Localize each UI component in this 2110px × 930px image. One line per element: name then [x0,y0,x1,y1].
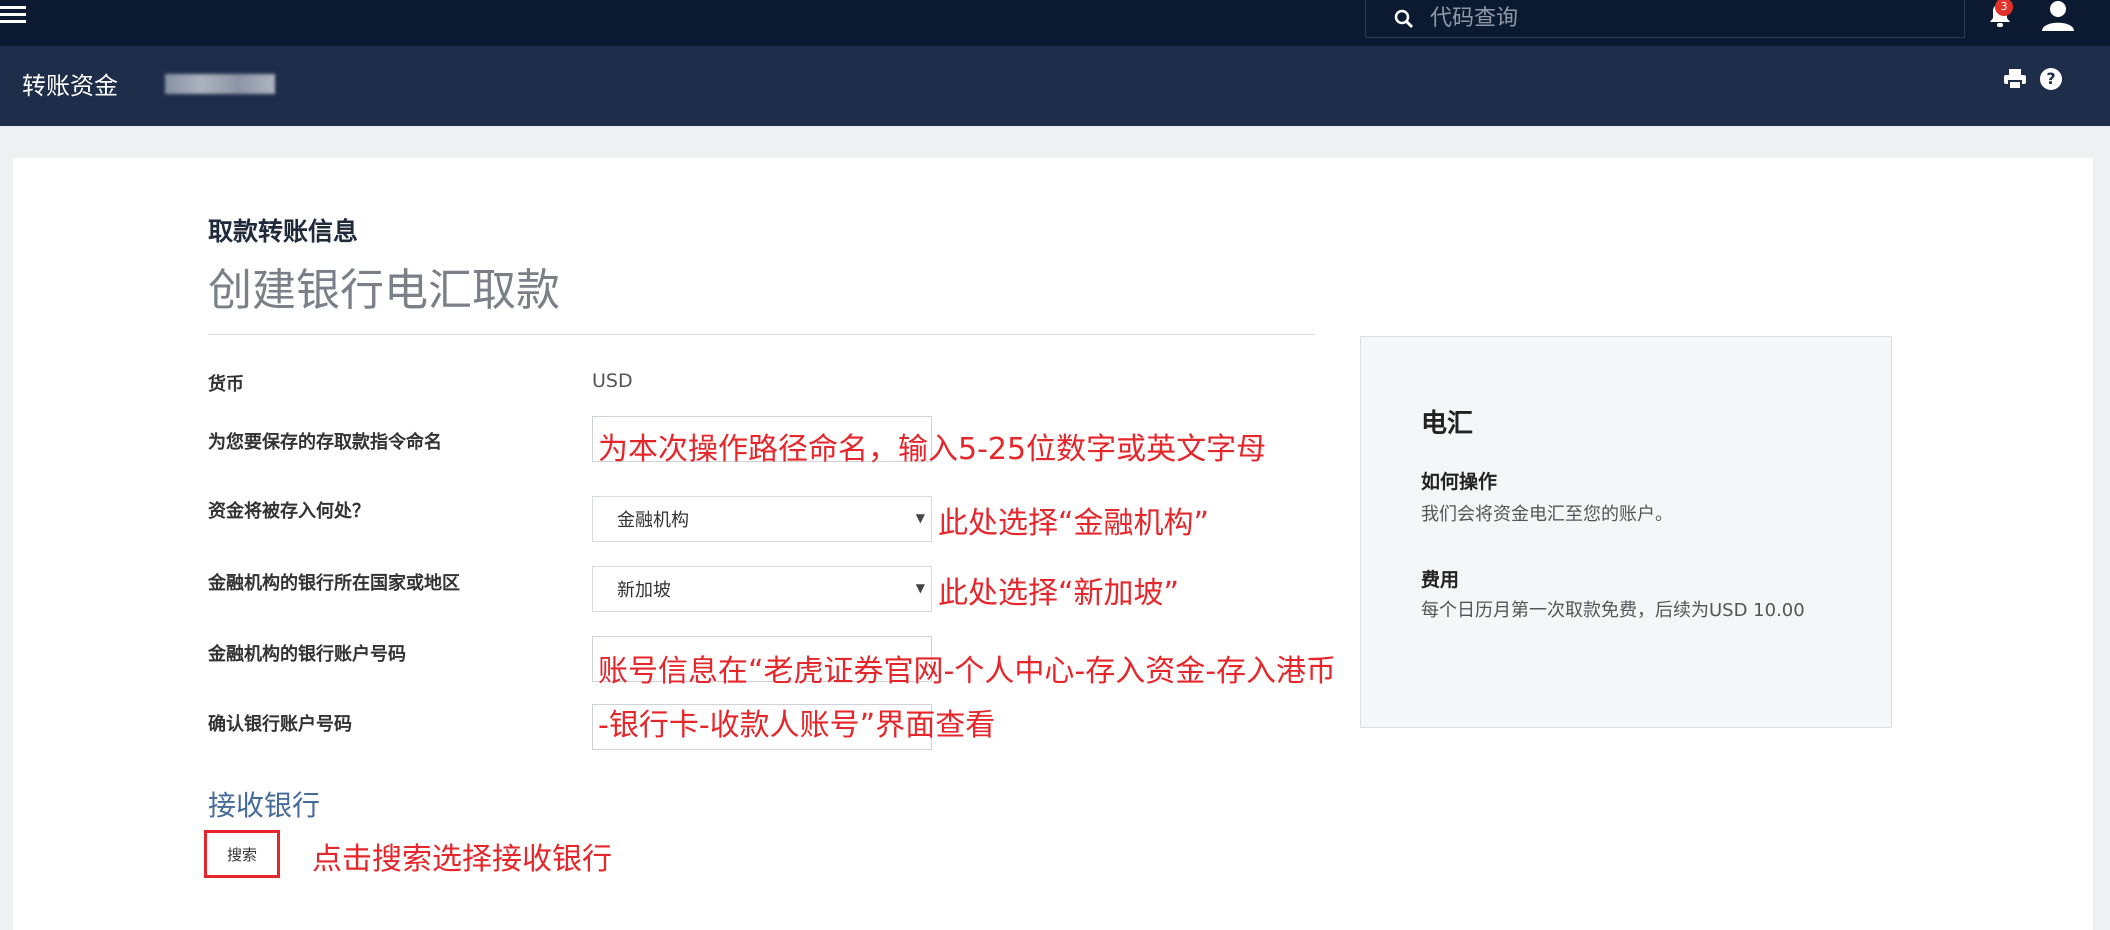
search-input[interactable] [1430,6,1830,31]
annotation-country-hint: 此处选择“新加坡” [938,576,1180,611]
section-heading: 取款转账信息 [208,217,359,246]
user-icon[interactable] [2040,0,2076,32]
masked-account-id [165,74,275,94]
page-title: 转账资金 [22,72,118,100]
account-number-label: 金融机构的银行账户号码 [208,644,406,665]
page-header: 转账资金 ? [0,46,2110,126]
instruction-name-label: 为您要保存的存取款指令命名 [208,432,442,453]
confirm-account-label: 确认银行账户号码 [208,714,352,735]
menu-icon[interactable] [0,2,28,28]
notification-bell[interactable]: 3 [1985,0,2015,30]
print-icon[interactable] [2003,68,2027,90]
annotation-name-hint: 为本次操作路径命名，输入5-25位数字或英文字母 [598,432,1267,467]
divider [208,334,1315,335]
destination-label: 资金将被存入何处？ [208,501,370,522]
annotation-destination-hint: 此处选择“金融机构” [938,506,1210,541]
info-panel: 电汇 如何操作 我们会将资金电汇至您的账户。 费用 每个日历月第一次取款免费，后… [1360,336,1892,728]
annotation-account-hint-1: 账号信息在“老虎证券官网-个人中心-存入资金-存入港币 [598,654,1337,689]
fee-heading: 费用 [1421,569,1460,591]
currency-value: USD [592,370,633,392]
fee-text: 每个日历月第一次取款免费，后续为USD 10.00 [1421,600,1805,621]
currency-label: 货币 [208,374,244,395]
search-icon [1394,9,1414,28]
annotation-account-hint-2: -银行卡-收款人账号”界面查看 [598,708,996,743]
receiving-bank-title: 接收银行 [208,789,321,822]
country-select[interactable]: 新加坡 ▼ [592,566,932,612]
how-text: 我们会将资金电汇至您的账户。 [1421,504,1673,525]
country-selected: 新加坡 [617,580,671,601]
chevron-down-icon: ▼ [915,581,925,595]
code-search[interactable] [1365,0,1965,38]
search-bank-button[interactable]: 搜索 [204,830,280,878]
destination-select[interactable]: 金融机构 ▼ [592,496,932,542]
country-label: 金融机构的银行所在国家或地区 [208,573,460,594]
destination-selected: 金融机构 [617,510,689,531]
form-title: 创建银行电汇取款 [208,265,560,316]
chevron-down-icon: ▼ [915,511,925,525]
annotation-search-hint: 点击搜索选择接收银行 [312,842,612,877]
help-icon[interactable]: ? [2040,68,2062,90]
how-heading: 如何操作 [1421,471,1498,493]
info-title: 电汇 [1421,409,1474,439]
top-bar: 3 [0,0,2110,46]
